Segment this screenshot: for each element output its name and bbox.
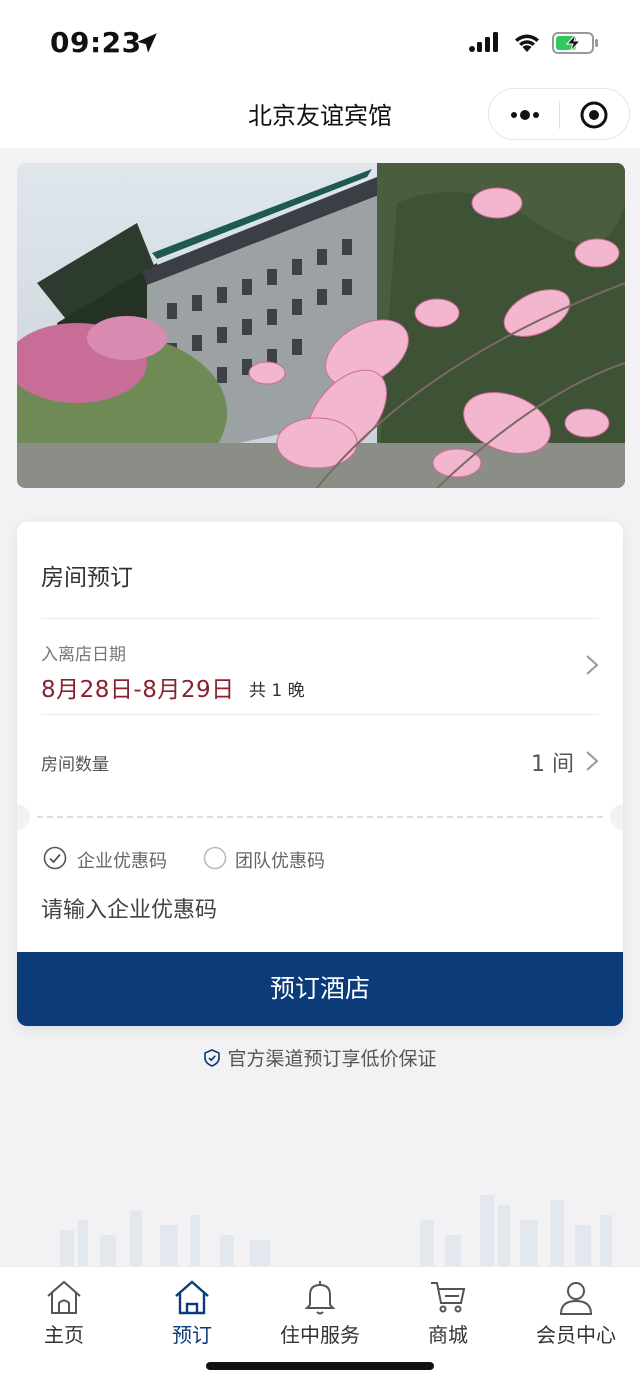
- check-circle-icon[interactable]: [43, 846, 67, 870]
- home-indicator: [206, 1362, 434, 1370]
- tab-label: 会员中心: [536, 1323, 616, 1347]
- tab-member-center[interactable]: 会员中心: [512, 1267, 640, 1357]
- location-arrow-icon: [137, 33, 157, 53]
- book-hotel-button[interactable]: 预订酒店: [17, 952, 623, 1026]
- perforation-divider: [37, 816, 603, 818]
- date-range[interactable]: 8月28日-8月29日: [41, 670, 235, 704]
- date-label: 入离店日期: [41, 645, 126, 665]
- rooms-value[interactable]: 1 间: [531, 746, 574, 778]
- nights-count: 共 1 晚: [249, 681, 305, 701]
- booking-title: 房间预订: [41, 565, 133, 591]
- rooms-label: 房间数量: [41, 755, 109, 775]
- hotel-photo-illustration: [17, 163, 625, 488]
- tab-label: 主页: [44, 1323, 84, 1347]
- cart-icon: [431, 1282, 466, 1313]
- tab-label: 预订: [172, 1323, 212, 1347]
- capsule-divider: [559, 101, 560, 129]
- mini-program-capsule: [488, 88, 630, 140]
- chevron-right-icon[interactable]: [585, 750, 599, 772]
- divider: [41, 714, 599, 715]
- home-icon: [175, 1280, 209, 1315]
- promo-option-label: 企业优惠码: [77, 851, 167, 872]
- user-icon: [559, 1282, 593, 1315]
- status-time: 09:23: [50, 26, 142, 59]
- divider: [41, 618, 599, 619]
- tab-booking[interactable]: 预订: [128, 1267, 256, 1357]
- more-dots-icon[interactable]: [507, 103, 543, 127]
- ticket-notch-left: [17, 804, 30, 830]
- shield-check-icon: [204, 1049, 221, 1067]
- tab-label: 商城: [428, 1323, 468, 1347]
- home-icon: [47, 1280, 81, 1314]
- price-guarantee-text: 官方渠道预订享低价保证: [227, 1048, 437, 1070]
- bell-icon: [304, 1281, 336, 1315]
- radio-circle-icon[interactable]: [203, 846, 227, 870]
- tab-shop[interactable]: 商城: [384, 1267, 512, 1357]
- ticket-notch-right: [610, 804, 623, 830]
- wifi-icon: [515, 34, 539, 52]
- booking-card: 房间预订 入离店日期 8月28日-8月29日 共 1 晚 房间数量 1 间 企业…: [17, 522, 623, 1026]
- city-skyline-decoration: [60, 1195, 612, 1270]
- hotel-photo: [17, 163, 625, 488]
- promo-option-label: 团队优惠码: [235, 851, 325, 872]
- nav-bar: 北京友谊宾馆: [0, 80, 640, 148]
- battery-charging-icon: [552, 32, 598, 54]
- price-guarantee: 官方渠道预订享低价保证: [0, 1044, 640, 1071]
- promo-option-corporate[interactable]: 企业优惠码: [43, 846, 203, 872]
- close-target-icon[interactable]: [579, 100, 609, 130]
- tab-label: 住中服务: [280, 1323, 360, 1347]
- cellular-signal-icon: [469, 32, 498, 52]
- tab-home[interactable]: 主页: [0, 1267, 128, 1357]
- promo-code-input[interactable]: [41, 890, 581, 930]
- promo-option-group[interactable]: 团队优惠码: [203, 846, 363, 872]
- chevron-right-icon[interactable]: [585, 654, 599, 676]
- tab-in-stay-service[interactable]: 住中服务: [256, 1267, 384, 1357]
- status-bar: 09:23: [0, 0, 640, 80]
